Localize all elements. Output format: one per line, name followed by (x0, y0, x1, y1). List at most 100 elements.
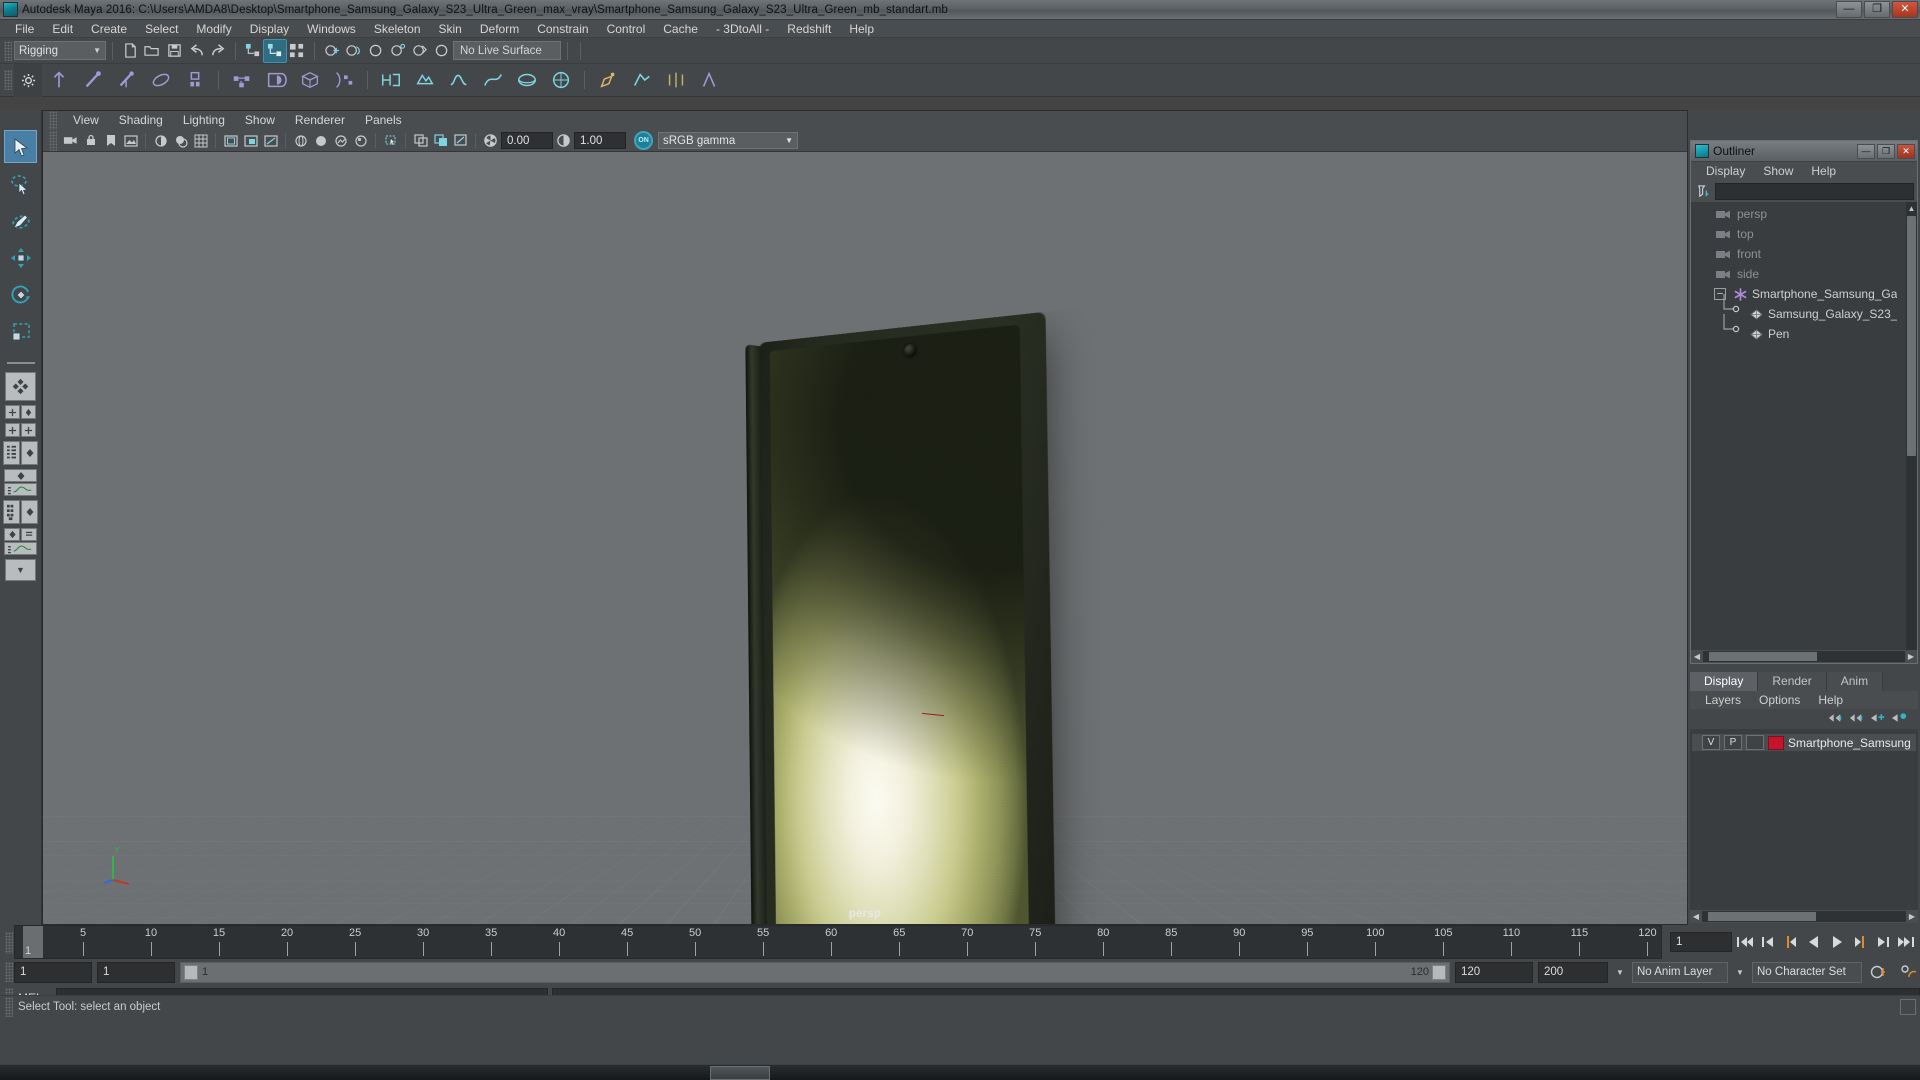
scrollbar-thumb[interactable] (1709, 652, 1817, 661)
outliner-vertical-scrollbar[interactable]: ▲ (1906, 202, 1917, 650)
go-to-end-icon[interactable] (1896, 931, 1916, 953)
move-tool[interactable] (4, 241, 37, 274)
layer-menu-help[interactable]: Help (1809, 691, 1852, 709)
outliner-item-persp[interactable]: persp (1691, 204, 1917, 224)
use-default-material-icon[interactable] (351, 131, 370, 150)
viewport-menu-view[interactable]: View (63, 111, 109, 130)
layer-shading-toggle[interactable] (1746, 735, 1764, 750)
tab-anim[interactable]: Anim (1826, 672, 1884, 691)
new-layer-from-selected-icon[interactable] (1891, 711, 1908, 728)
layer-name[interactable]: Smartphone_Samsung (1788, 736, 1911, 750)
single-perspective-layout[interactable] (5, 372, 36, 401)
ik-spline-handle-icon[interactable] (110, 65, 144, 95)
menu-select[interactable]: Select (136, 20, 187, 38)
more-layouts-button[interactable]: ▼ (5, 559, 36, 581)
layer-menu-options[interactable]: Options (1750, 691, 1809, 709)
outliner-persp-layout[interactable] (3, 441, 38, 465)
film-gate-icon[interactable] (221, 131, 240, 150)
isolate-select-icon[interactable] (411, 131, 430, 150)
four-view-layout[interactable] (5, 405, 36, 419)
smooth-shade-icon[interactable] (311, 131, 330, 150)
select-by-object-icon[interactable] (263, 38, 287, 63)
move-layer-up-icon[interactable] (1828, 711, 1845, 728)
viewport-toolbar-grip[interactable] (49, 131, 57, 151)
joint-tool-icon[interactable] (42, 65, 76, 95)
sort-toggle-icon[interactable] (1694, 183, 1712, 200)
menu-cache[interactable]: Cache (654, 20, 707, 38)
open-scene-icon[interactable] (141, 40, 163, 62)
menu-create[interactable]: Create (82, 20, 136, 38)
outliner-item-side[interactable]: side (1691, 264, 1917, 284)
persp-graph-layout[interactable] (4, 469, 37, 496)
menu-help[interactable]: Help (840, 20, 883, 38)
wireframe-icon[interactable] (291, 131, 310, 150)
shelf-gear-icon[interactable] (14, 63, 42, 97)
scroll-up-icon[interactable]: ▲ (1906, 202, 1917, 214)
outliner-maximize-icon[interactable]: ❐ (1877, 143, 1895, 159)
viewport-menu-lighting[interactable]: Lighting (173, 111, 235, 130)
anim-end-field[interactable]: 200 (1538, 961, 1608, 983)
new-scene-icon[interactable] (119, 40, 141, 62)
range-bar[interactable]: 1 120 (180, 961, 1450, 983)
menu-deform[interactable]: Deform (471, 20, 528, 38)
outliner-item-front[interactable]: front (1691, 244, 1917, 264)
lasso-select-tool[interactable] (4, 167, 37, 200)
select-by-hierarchy-icon[interactable] (242, 40, 264, 62)
chevron-down-icon[interactable]: ▼ (1613, 968, 1627, 977)
layer-list[interactable]: V P Smartphone_Samsung (1690, 729, 1918, 910)
smartphone-model[interactable] (745, 311, 1058, 924)
select-camera-icon[interactable] (61, 131, 80, 150)
layer-playback-toggle[interactable]: P (1724, 735, 1742, 750)
step-back-frame-icon[interactable] (1758, 931, 1778, 953)
play-forwards-icon[interactable] (1827, 931, 1847, 953)
menu-display[interactable]: Display (241, 20, 298, 38)
menu-redshift[interactable]: Redshift (778, 20, 840, 38)
shelf-grip[interactable] (4, 70, 12, 90)
menu-set-selector[interactable]: Rigging ▼ (14, 41, 106, 60)
lock-camera-icon[interactable] (81, 131, 100, 150)
scrollbar-thumb[interactable] (1907, 216, 1916, 456)
menu-constrain[interactable]: Constrain (528, 20, 597, 38)
paint-select-tool[interactable] (4, 204, 37, 237)
outliner-menu-show[interactable]: Show (1754, 162, 1802, 180)
shaded-textured-icon[interactable] (331, 131, 350, 150)
snap-to-point-icon[interactable] (365, 40, 387, 62)
scrollbar-track[interactable] (1702, 911, 1906, 922)
close-icon[interactable]: ✕ (1892, 1, 1918, 18)
redo-icon[interactable] (207, 40, 229, 62)
chevron-down-icon[interactable]: ▼ (1733, 968, 1747, 977)
lattice-icon[interactable] (293, 65, 327, 95)
scroll-right-icon[interactable]: ▶ (1905, 652, 1917, 661)
script-editor-button[interactable] (1900, 998, 1916, 1015)
insert-joint-tool-icon[interactable] (144, 65, 178, 95)
gamma-field[interactable]: 1.00 (574, 132, 626, 149)
outliner-item-top[interactable]: top (1691, 224, 1917, 244)
tab-render[interactable]: Render (1758, 672, 1827, 691)
soft-modifier-icon[interactable] (442, 65, 476, 95)
copy-weights-icon[interactable] (625, 65, 659, 95)
save-scene-icon[interactable] (163, 40, 185, 62)
current-frame-field[interactable]: 1 (1670, 932, 1732, 952)
exposure-field[interactable]: 0.00 (501, 132, 553, 149)
layer-menu-layers[interactable]: Layers (1696, 691, 1750, 709)
layer-row[interactable]: V P Smartphone_Samsung (1692, 734, 1916, 751)
layer-color-swatch[interactable] (1768, 735, 1784, 750)
go-to-start-icon[interactable] (1735, 931, 1755, 953)
maximize-icon[interactable]: ❐ (1864, 1, 1890, 18)
persp-graph-outliner-layout[interactable] (4, 528, 37, 555)
current-time-indicator[interactable]: 1 (23, 926, 43, 958)
range-right-handle[interactable] (1432, 964, 1446, 980)
taskbar-item[interactable] (710, 1066, 770, 1080)
scroll-left-icon[interactable]: ◀ (1690, 912, 1702, 921)
live-surface-field[interactable]: No Live Surface (453, 41, 561, 60)
undo-icon[interactable] (185, 40, 207, 62)
move-layer-down-icon[interactable] (1849, 711, 1866, 728)
menu-file[interactable]: File (6, 20, 43, 38)
scroll-left-icon[interactable]: ◀ (1691, 652, 1703, 661)
viewport-menu-renderer[interactable]: Renderer (285, 111, 355, 130)
play-backwards-icon[interactable] (1804, 931, 1824, 953)
menu-skeleton[interactable]: Skeleton (365, 20, 430, 38)
rotate-tool[interactable] (4, 278, 37, 311)
snap-to-curve-icon[interactable] (343, 40, 365, 62)
xray-icon[interactable] (381, 131, 400, 150)
